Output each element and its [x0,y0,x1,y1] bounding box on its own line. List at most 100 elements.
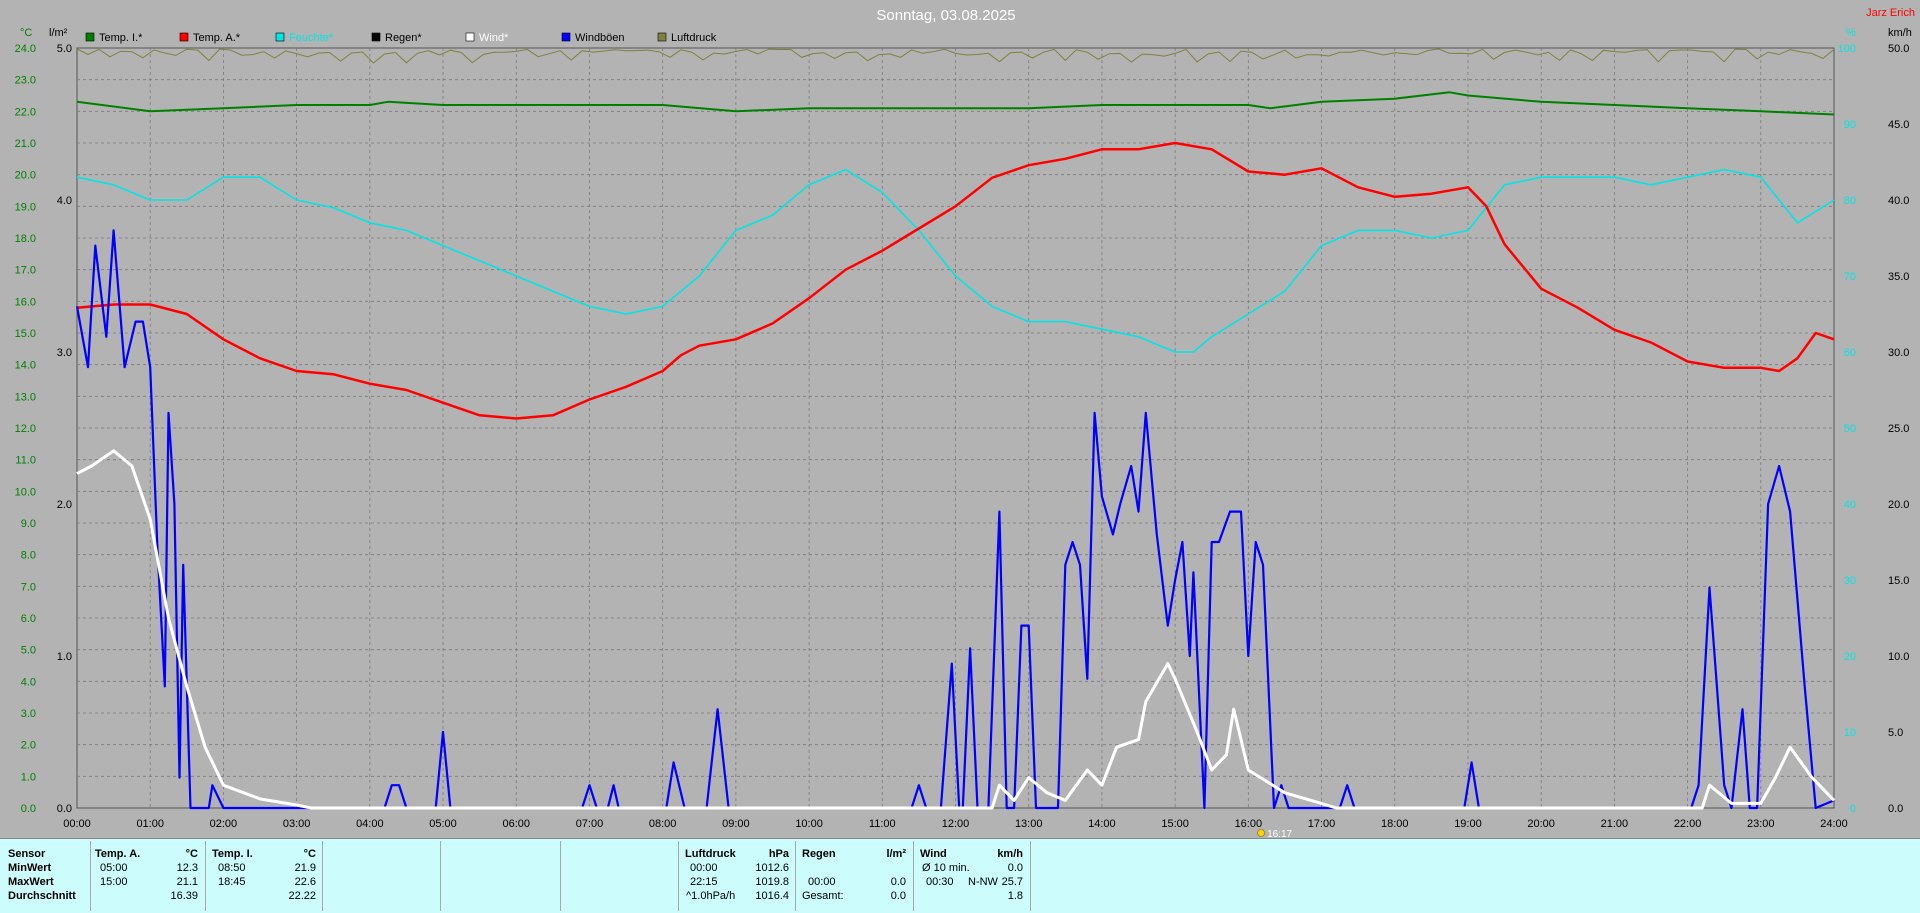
luftdruck-header: Luftdruck [685,848,736,860]
legend-item: Luftdruck [657,32,717,44]
temp-tick-label: 8.0 [21,550,36,562]
hum-unit-label: % [1846,27,1856,39]
row-label-min: MinWert [8,862,52,874]
wind-header: Wind [920,848,947,860]
legend-item: Windböen [561,32,625,44]
temp-tick-label: 5.0 [21,645,36,657]
luftdruck-unit: hPa [768,848,789,860]
temp-i-unit: °C [303,848,316,860]
rain-tick-label: 0.0 [57,803,72,815]
time-tick-label: 15:00 [1161,818,1189,830]
legend-label: Windböen [575,32,625,44]
time-tick-label: 06:00 [502,818,530,830]
luftdruck-max-time: 22:15 [690,876,718,888]
temp-a-unit: °C [185,848,198,860]
time-tick-label: 12:00 [942,818,970,830]
chart-title: Sonntag, 03.08.2025 [876,7,1015,24]
legend-swatch [561,32,571,42]
time-tick-label: 10:00 [795,818,823,830]
sun-icon [1257,829,1265,837]
temp-tick-label: 7.0 [21,581,36,593]
legend-label: Feuchte* [289,32,334,44]
wind-tick-label: 25.0 [1888,423,1909,435]
axis-ticks: 24.0 23.0 22.0 21.0 20.0 19.0 18.0 17.0 16.0 15.0… [15,43,1910,830]
temp-i-max: 22.6 [294,876,316,888]
wind-max: 25.7 [1001,876,1023,888]
time-tick-label: 00:00 [63,818,91,830]
regen-max: 0.0 [890,876,906,888]
hum-tick-label: 60 [1844,347,1856,359]
windboeen-line [75,229,1835,810]
legend-swatch [371,32,381,42]
legend-item: Regen* [371,32,422,44]
rain-tick-label: 1.0 [57,651,72,663]
legend-item: Feuchte* [275,32,334,44]
temp-tick-label: 4.0 [21,676,36,688]
temp-tick-label: 10.0 [15,486,36,498]
legend-item: Wind* [465,32,509,44]
luftdruck-trend-label: ^1.0hPa/h [686,890,736,902]
wind-tick-label: 20.0 [1888,499,1909,511]
legend-label: Luftdruck [671,32,717,44]
wind-avg-label: Ø 10 min. [922,862,970,874]
legend-item: Temp. A.* [179,32,241,44]
temp-tick-label: 21.0 [15,138,36,150]
temp-tick-label: 14.0 [15,360,36,372]
hum-tick-label: 20 [1844,651,1856,663]
time-tick-label: 07:00 [576,818,604,830]
time-tick-label: 09:00 [722,818,750,830]
rain-tick-label: 4.0 [57,195,72,207]
hum-tick-label: 70 [1844,271,1856,283]
temp-a-min: 12.3 [176,862,198,874]
legend-swatch [657,32,667,42]
chart-legend: Temp. I.* Temp. A.* Feuchte* Regen* Wind* Win… [85,32,717,44]
row-label-avg: Durchschnitt [8,890,76,902]
wind-unit-label: km/h [1888,27,1912,39]
temp-tick-label: 3.0 [21,708,36,720]
temp-a-header: Temp. A. [95,848,141,860]
time-tick-label: 01:00 [136,818,164,830]
temp-tick-label: 13.0 [15,391,36,403]
time-tick-label: 13:00 [1015,818,1043,830]
temp-a-min-time: 05:00 [100,862,128,874]
legend-label: Temp. A.* [193,32,241,44]
temp-tick-label: 15.0 [15,328,36,340]
luftdruck-trend: 1016.4 [755,890,789,902]
temp-a-max: 21.1 [176,876,198,888]
wind-unit: km/h [997,848,1023,860]
time-tick-label: 04:00 [356,818,384,830]
wind-tick-label: 50.0 [1888,43,1909,55]
legend-label: Temp. I.* [99,32,143,44]
temp-tick-label: 23.0 [15,75,36,87]
temp-a-line [76,141,1835,420]
temp-i-header: Temp. I. [212,848,253,860]
wind-mean: 1.8 [1007,890,1023,902]
time-tick-label: 20:00 [1527,818,1555,830]
time-tick-label: 22:00 [1674,818,1702,830]
time-tick-label: 05:00 [429,818,457,830]
legend-swatch [275,32,285,42]
author-label: Jarz Erich [1866,7,1915,19]
time-tick-label: 16:00 [1235,818,1263,830]
temp-tick-label: 24.0 [15,43,36,55]
temp-tick-label: 16.0 [15,296,36,308]
sunset-label: 16:17 [1267,829,1292,838]
temp-tick-label: 18.0 [15,233,36,245]
time-tick-label: 03:00 [283,818,311,830]
temp-i-min-time: 08:50 [218,862,246,874]
temp-tick-label: 2.0 [21,740,36,752]
temp-i-avg: 22.22 [288,890,316,902]
temp-tick-label: 11.0 [15,455,36,467]
rain-tick-label: 5.0 [57,43,72,55]
hum-tick-label: 80 [1844,195,1856,207]
time-tick-label: 14:00 [1088,818,1116,830]
wind-max-dir: N-NW [968,876,998,888]
wind-tick-label: 15.0 [1888,575,1909,587]
legend-label: Regen* [385,32,422,44]
wind-avg: 0.0 [1007,862,1023,874]
luftdruck-max: 1019.8 [755,876,789,888]
hum-tick-label: 30 [1844,575,1856,587]
wind-tick-label: 35.0 [1888,271,1909,283]
temp-i-min: 21.9 [294,862,316,874]
wind-tick-label: 5.0 [1888,727,1903,739]
